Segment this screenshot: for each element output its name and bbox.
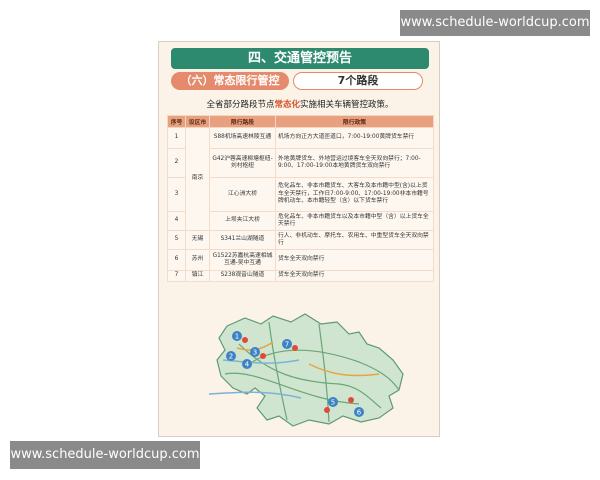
restriction-pin-icon [242, 337, 248, 343]
svg-text:5: 5 [331, 399, 335, 407]
svg-text:1: 1 [235, 333, 239, 341]
table-row: 1 南京 S88机场高速林陵互通 机场方向正方大道匝道口，7:00-19:00黄… [167, 127, 434, 231]
row-road: S341兰山湖隧道 [209, 230, 276, 250]
row-road: 上坝夹江大桥 [209, 211, 276, 231]
row-road: G42沪蓉高速柳塘枢纽-刘村枢纽 [209, 148, 276, 178]
row-number: 4 [167, 211, 186, 231]
svg-text:2: 2 [229, 353, 233, 361]
description-emphasis: 常态化 [274, 100, 300, 110]
description-post: 实施相关车辆管控政策。 [300, 100, 394, 110]
row-policy: 外地黄牌货车、外地营运过境客车全天双向禁行；7:00-9:00、17:00-19… [275, 148, 434, 178]
col-header-road: 限行路段 [209, 115, 276, 128]
restriction-pin-icon [324, 407, 330, 413]
col-header-policy: 限行政策 [275, 115, 434, 128]
table-row: 7 镇江 S238观音山隧道 货车全天双向禁行 [167, 270, 434, 282]
row-number: 5 [167, 230, 186, 250]
poster-header: 四、交通管控预告 [171, 48, 429, 69]
map-marker-1: 1 [232, 331, 242, 341]
svg-text:6: 6 [357, 409, 362, 417]
svg-text:7: 7 [285, 341, 289, 349]
row-city: 镇江 [185, 270, 210, 282]
row-city: 苏州 [185, 249, 210, 271]
row-policy: 货车全天双向禁行 [275, 249, 434, 271]
description-pre: 全省部分路段节点 [206, 100, 275, 110]
row-number: 1 [167, 127, 186, 149]
map-marker-2: 2 [226, 351, 236, 361]
table-row: 5 无锡 S341兰山湖隧道 行人、非机动车、摩托车、农用车、中重型货车全天双向… [167, 230, 434, 250]
row-road: S238观音山隧道 [209, 270, 276, 282]
watermark-top: www.schedule-worldcup.com [400, 10, 590, 36]
row-policy: 机场方向正方大道匝道口，7:00-19:00黄牌货车禁行 [275, 127, 434, 149]
section-count: 7个路段 [293, 72, 423, 90]
table-header-row: 序号 设区市 限行路段 限行政策 [167, 115, 434, 128]
restriction-pin-icon [348, 397, 354, 403]
section-label: （六）常态限行管控 [171, 72, 289, 90]
row-city: 南京 [185, 127, 210, 231]
row-number: 3 [167, 177, 186, 212]
row-policy: 货车全天双向禁行 [275, 270, 434, 282]
col-header-no: 序号 [167, 115, 186, 128]
row-number: 6 [167, 249, 186, 271]
traffic-control-poster: 四、交通管控预告 （六）常态限行管控 7个路段 全省部分路段节点常态化实施相关车… [158, 41, 440, 437]
map-marker-5: 5 [328, 397, 338, 407]
row-policy: 行人、非机动车、摩托车、农用车、中重型货车全天双向禁行 [275, 230, 434, 250]
svg-text:3: 3 [253, 349, 257, 357]
row-policy: 危化品车、非本市籍货车、大客车及本市籍中型(含)以上货车全天禁行，工作日7:00… [275, 177, 434, 212]
watermark-bottom: www.schedule-worldcup.com [10, 441, 200, 469]
map-marker-7: 7 [282, 339, 292, 349]
row-road: S88机场高速林陵互通 [209, 127, 276, 149]
col-header-city: 设区市 [185, 115, 210, 128]
row-city: 无锡 [185, 230, 210, 250]
poster-description: 全省部分路段节点常态化实施相关车辆管控政策。 [159, 98, 439, 110]
map-marker-4: 4 [242, 359, 252, 369]
row-number: 7 [167, 270, 186, 282]
restriction-pin-icon [292, 345, 298, 351]
table-row: 6 苏州 G1522苏嘉杭高速相城互通-吴中互通 货车全天双向禁行 [167, 249, 434, 271]
row-policy: 危化品车、非本市籍货车以及本市籍中型（含）以上货车全天禁行 [275, 211, 434, 231]
map-marker-3: 3 [250, 347, 260, 357]
province-map: 1 2 3 4 5 6 7 [209, 313, 404, 427]
map-marker-6: 6 [354, 407, 364, 417]
restriction-table: 序号 设区市 限行路段 限行政策 1 南京 S88机场高速林陵互通 机场方向正方… [167, 115, 434, 282]
row-road: 江心洲大桥 [209, 177, 276, 212]
row-road: G1522苏嘉杭高速相城互通-吴中互通 [209, 249, 276, 271]
restriction-pin-icon [260, 353, 266, 359]
svg-text:4: 4 [245, 361, 250, 369]
row-number: 2 [167, 148, 186, 178]
